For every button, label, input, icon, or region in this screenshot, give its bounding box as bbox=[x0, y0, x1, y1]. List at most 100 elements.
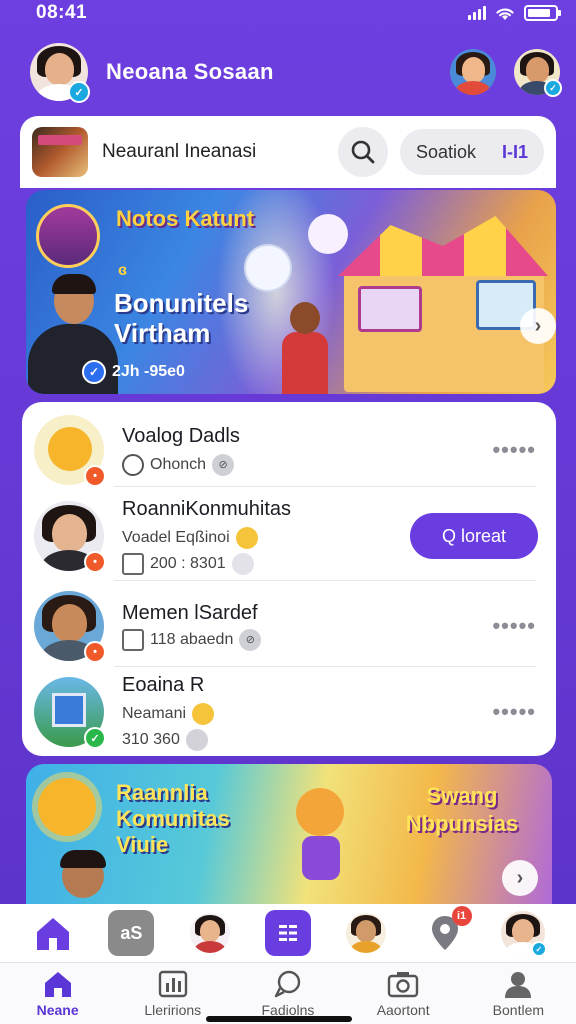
community-thumbnail[interactable] bbox=[32, 127, 88, 177]
status-badge: ✓ bbox=[84, 727, 106, 749]
item-meta: 200 : 8301 bbox=[150, 554, 226, 572]
app-screen: 08:41 ✓ Neoana Sosaan ✓ Neauranl Ineanas… bbox=[0, 0, 576, 1024]
chevron-right-icon: › bbox=[516, 866, 524, 889]
promo-banner[interactable]: Raannlia Komunitas Viuie Swang Nbpunsias… bbox=[26, 764, 552, 904]
join-button[interactable]: Q loreat bbox=[410, 513, 538, 559]
verified-badge-icon: ✓ bbox=[68, 81, 90, 103]
header-title: Neoana Sosaan bbox=[106, 59, 274, 84]
banner-title: Notos Katunt bbox=[116, 206, 255, 231]
search-icon bbox=[351, 140, 375, 164]
divider bbox=[114, 486, 536, 487]
camera-icon bbox=[387, 972, 419, 998]
list-item[interactable]: • RoanniKonmuhitas Voadel Eqßinoi 200 : … bbox=[22, 490, 556, 582]
tab-camera[interactable]: Aaortont bbox=[353, 969, 453, 1018]
banner-headline: Bonunitels Virtham bbox=[114, 288, 249, 348]
grid-shortcut[interactable] bbox=[264, 910, 311, 956]
user-avatar[interactable]: ✓ bbox=[30, 43, 90, 103]
tab-home[interactable]: Neane bbox=[8, 969, 108, 1018]
location-shortcut[interactable]: i1 bbox=[422, 906, 472, 956]
search-panel: Neauranl Ineanasi Soatiok I-I1 bbox=[20, 116, 556, 188]
chevron-right-icon: › bbox=[534, 314, 542, 337]
item-name: Memen lSardef bbox=[122, 601, 258, 624]
divider bbox=[114, 580, 536, 581]
chat-icon bbox=[274, 970, 301, 998]
featured-banner[interactable]: Notos Katunt ɞ Bonunitels Virtham ✓ 2Jh … bbox=[26, 190, 556, 394]
filter-icon[interactable]: I-I1 bbox=[502, 142, 528, 163]
banner-next-button[interactable]: › bbox=[520, 308, 556, 344]
verified-badge-icon: ✓ bbox=[530, 941, 547, 957]
mascot-avatar[interactable] bbox=[450, 49, 496, 95]
signal-icon bbox=[468, 6, 486, 20]
figure-icon bbox=[231, 552, 254, 575]
profile-shortcut[interactable]: ✓ bbox=[500, 910, 547, 957]
tab-label: Neane bbox=[36, 1002, 79, 1018]
link-icon: ⊘ bbox=[239, 628, 262, 651]
item-name: RoanniKonmuhitas bbox=[122, 497, 291, 520]
tent-illustration bbox=[338, 216, 548, 392]
check-icon: ✓ bbox=[82, 360, 106, 384]
profile-avatar[interactable]: ✓ bbox=[514, 49, 562, 97]
smile-icon bbox=[235, 526, 258, 549]
status-badge: • bbox=[84, 465, 106, 487]
search-pill-label: Soatiok bbox=[416, 141, 477, 162]
tab-bar: Neane Lleririons Fadiolns Aaortont Bontl… bbox=[0, 962, 576, 1024]
banner-meta: ✓ 2Jh -95e0 bbox=[82, 360, 185, 384]
sticker-shortcut[interactable]: aS bbox=[108, 910, 155, 956]
status-icons bbox=[468, 5, 561, 21]
more-options-button[interactable]: ••••• bbox=[492, 613, 536, 639]
list-item[interactable]: • Voalog Dadls Ohonch ⊘ ••••• bbox=[22, 406, 556, 494]
header: ✓ Neoana Sosaan ✓ bbox=[30, 40, 562, 104]
calendar-icon bbox=[122, 552, 144, 575]
link-icon: ⊘ bbox=[212, 453, 235, 476]
item-sub: Voadel Eqßinoi bbox=[122, 528, 230, 546]
place-avatar: ✓ bbox=[34, 677, 106, 749]
more-options-button[interactable]: ••••• bbox=[492, 699, 536, 725]
character-illustration bbox=[294, 788, 348, 898]
person-illustration bbox=[56, 850, 110, 904]
banner-meta-text: 2Jh -95e0 bbox=[112, 363, 185, 380]
home-icon bbox=[44, 972, 71, 997]
search-label: Neauranl Ineanasi bbox=[102, 141, 257, 162]
profile-avatar: ✓ bbox=[500, 911, 547, 957]
tab-label: Bontlem bbox=[492, 1002, 545, 1018]
item-name: Eoaina R bbox=[122, 673, 205, 696]
sun-icon bbox=[38, 778, 96, 836]
more-options-button[interactable]: ••••• bbox=[492, 437, 536, 463]
status-time: 08:41 bbox=[36, 2, 88, 23]
battery-icon bbox=[524, 5, 561, 21]
tab-metrics[interactable]: Lleririons bbox=[123, 969, 223, 1018]
calendar-icon bbox=[122, 628, 144, 651]
status-bar: 08:41 bbox=[0, 0, 576, 26]
kid-illustration bbox=[278, 302, 332, 394]
promo-subtitle: Swang Nbpunsias bbox=[405, 783, 519, 836]
item-sub: Neamani bbox=[122, 704, 187, 722]
smile-icon bbox=[192, 702, 215, 725]
tab-profile[interactable]: Bontlem bbox=[468, 969, 568, 1018]
banner-small-text: ɞ bbox=[118, 262, 128, 279]
quick-actions: aS i1 ✓ bbox=[0, 904, 576, 962]
item-meta: 310 360 bbox=[122, 730, 180, 748]
header-actions: ✓ bbox=[450, 49, 562, 97]
tab-label: Lleririons bbox=[144, 1002, 202, 1018]
item-sub: Ohonch bbox=[150, 455, 207, 473]
item-meta: 118 abaedn bbox=[150, 630, 234, 648]
member-avatar: • bbox=[34, 501, 106, 573]
list-item[interactable]: ✓ Eoaina R Neamani 310 360 ••••• bbox=[22, 668, 556, 756]
member-shortcut[interactable] bbox=[187, 910, 233, 956]
tab-label: Aaortont bbox=[376, 1002, 430, 1018]
list-item[interactable]: • Memen lSardef 118 abaedn ⊘ ••••• bbox=[22, 582, 556, 670]
profile-icon bbox=[505, 972, 532, 998]
item-name: Voalog Dadls bbox=[122, 424, 240, 447]
search-button[interactable] bbox=[338, 127, 388, 177]
tab-chats[interactable]: Fadiolns bbox=[238, 969, 338, 1018]
home-icon bbox=[37, 918, 70, 950]
promo-next-button[interactable]: › bbox=[502, 860, 538, 896]
kid-shortcut[interactable] bbox=[343, 910, 389, 956]
figure-icon bbox=[185, 728, 208, 751]
grid-icon bbox=[278, 924, 297, 942]
status-badge: • bbox=[84, 641, 106, 663]
home-shortcut[interactable] bbox=[30, 910, 76, 956]
verified-badge-icon: ✓ bbox=[544, 79, 562, 97]
wifi-icon bbox=[496, 8, 514, 20]
search-input[interactable]: Soatiok I-I1 bbox=[400, 129, 544, 175]
